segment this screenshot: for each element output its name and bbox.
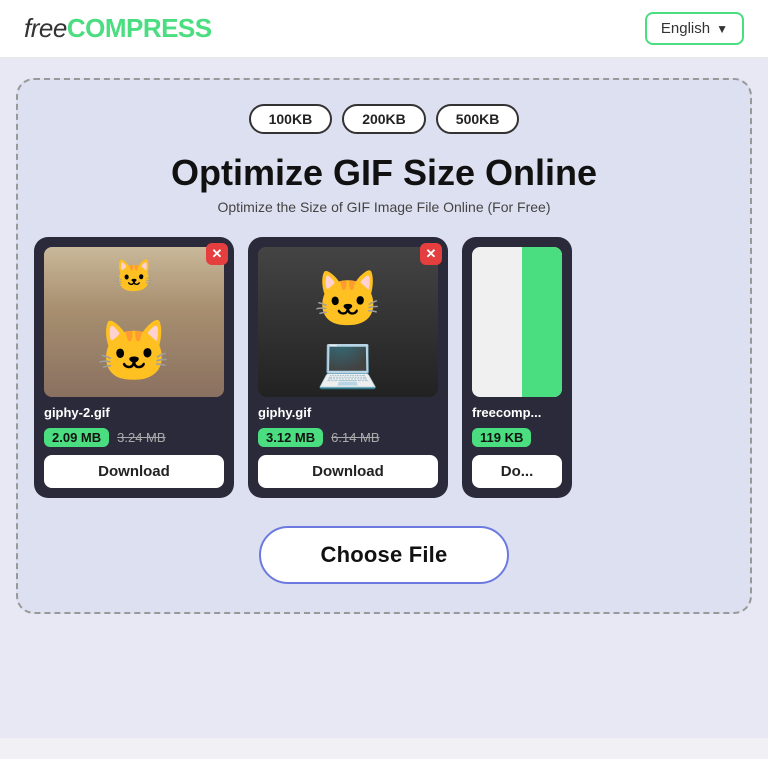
files-row: ✕ giphy-2.gif 2.09 MB 3.24 MB Download ✕… — [34, 237, 734, 498]
main-area: 100KB 200KB 500KB Optimize GIF Size Onli… — [0, 58, 768, 738]
file-card-1: ✕ giphy-2.gif 2.09 MB 3.24 MB Download — [34, 237, 234, 498]
file-card-2: ✕ giphy.gif 3.12 MB 6.14 MB Download — [248, 237, 448, 498]
language-selector[interactable]: English ▼ — [645, 12, 744, 45]
size-old-2: 6.14 MB — [331, 430, 379, 445]
size-new-1: 2.09 MB — [44, 428, 109, 447]
file-name-2: giphy.gif — [258, 405, 438, 420]
close-button-2[interactable]: ✕ — [420, 243, 442, 265]
download-button-1[interactable]: Download — [44, 455, 224, 488]
download-button-3[interactable]: Do... — [472, 455, 562, 488]
size-presets: 100KB 200KB 500KB — [249, 104, 520, 134]
cat3-image — [472, 247, 562, 397]
logo: freeCOMPRESS — [24, 13, 212, 44]
logo-free: free — [24, 13, 67, 43]
cat1-image — [44, 247, 224, 397]
tool-title: Optimize GIF Size Online — [171, 152, 597, 193]
close-button-1[interactable]: ✕ — [206, 243, 228, 265]
size-old-1: 3.24 MB — [117, 430, 165, 445]
tool-subtitle: Optimize the Size of GIF Image File Onli… — [218, 199, 551, 215]
choose-file-button[interactable]: Choose File — [259, 526, 510, 584]
file-sizes-2: 3.12 MB 6.14 MB — [258, 428, 438, 447]
language-label: English — [661, 20, 710, 37]
size-preset-100kb[interactable]: 100KB — [249, 104, 333, 134]
size-new-2: 3.12 MB — [258, 428, 323, 447]
file-name-3: freecomp... — [472, 405, 562, 420]
size-preset-500kb[interactable]: 500KB — [436, 104, 520, 134]
file-name-1: giphy-2.gif — [44, 405, 224, 420]
file-card-3: freecomp... 119 KB Do... — [462, 237, 572, 498]
size-new-3: 119 KB — [472, 428, 531, 447]
logo-compress: COMPRESS — [67, 13, 212, 43]
file-sizes-1: 2.09 MB 3.24 MB — [44, 428, 224, 447]
file-thumbnail-1 — [44, 247, 224, 397]
file-thumbnail-2 — [258, 247, 438, 397]
header: freeCOMPRESS English ▼ — [0, 0, 768, 58]
cat2-image — [258, 247, 438, 397]
download-button-2[interactable]: Download — [258, 455, 438, 488]
chevron-down-icon: ▼ — [716, 22, 728, 36]
file-sizes-3: 119 KB — [472, 428, 562, 447]
size-preset-200kb[interactable]: 200KB — [342, 104, 426, 134]
tool-container: 100KB 200KB 500KB Optimize GIF Size Onli… — [16, 78, 752, 614]
